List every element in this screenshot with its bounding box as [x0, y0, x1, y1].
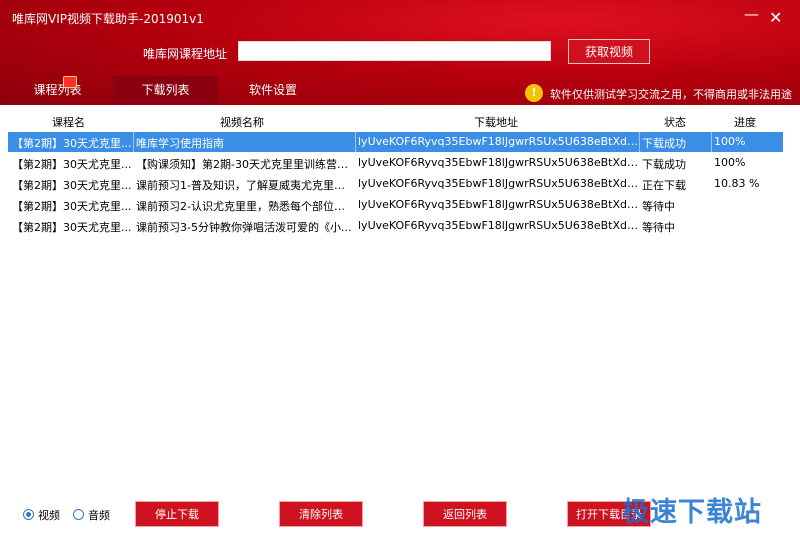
cell-course: 【第2期】30天尤克里... [12, 137, 132, 150]
app-window: 唯库网VIP视频下载助手-201901v1 — ✕ 唯库网课程地址 获取视频 课… [0, 0, 800, 539]
fetch-video-button[interactable]: 获取视频 [568, 39, 650, 64]
cell-course: 【第2期】30天尤克里... [12, 158, 132, 171]
cell-status: 正在下载 [642, 179, 686, 192]
cell-url: lyUveKOF6Ryvq35EbwF18lJgwrRSUx5U638eBtXd… [358, 198, 638, 211]
window-title: 唯库网VIP视频下载助手-201901v1 [12, 12, 204, 26]
column-header-progress[interactable]: 进度 [734, 114, 756, 130]
cell-video: 【购课须知】第2期-30天尤克里里训练营，... [136, 158, 354, 171]
cell-video: 课前预习3-5分钟教你弹唱活泼可爱的《小... [136, 221, 352, 234]
cell-url: lyUveKOF6Ryvq35EbwF18lJgwrRSUx5U638eBtXd… [358, 219, 638, 232]
cell-course: 【第2期】30天尤克里... [12, 221, 132, 234]
cell-progress: 100% [714, 156, 746, 169]
tab-download-list[interactable]: 下载列表 [113, 76, 218, 105]
tab-course-list[interactable]: 课程列表 [0, 76, 115, 105]
table-row[interactable]: 【第2期】30天尤克里... 唯库学习使用指南 lyUveKOF6Ryvq35E… [8, 132, 783, 152]
cell-course: 【第2期】30天尤克里... [12, 200, 132, 213]
cell-status: 等待中 [642, 221, 675, 234]
table-row[interactable]: 【第2期】30天尤克里... 课前预习2-认识尤克里里，熟悉每个部位的... l… [8, 195, 783, 215]
column-header-url[interactable]: 下载地址 [474, 114, 518, 130]
column-header-video[interactable]: 视频名称 [220, 114, 264, 130]
radio-audio-label: 音频 [88, 509, 110, 522]
clear-list-button[interactable]: 清除列表 [279, 501, 363, 527]
cell-video: 唯库学习使用指南 [136, 137, 224, 150]
return-list-button[interactable]: 返回列表 [423, 501, 507, 527]
column-header-status[interactable]: 状态 [664, 114, 686, 130]
table-header: 课程名 视频名称 下载地址 状态 进度 [8, 112, 788, 130]
tab-settings[interactable]: 软件设置 [218, 76, 328, 105]
stop-download-button[interactable]: 停止下载 [135, 501, 219, 527]
download-list[interactable]: 【第2期】30天尤克里... 唯库学习使用指南 lyUveKOF6Ryvq35E… [8, 132, 783, 492]
table-row[interactable]: 【第2期】30天尤克里... 【购课须知】第2期-30天尤克里里训练营，... … [8, 153, 783, 173]
radio-audio[interactable] [73, 509, 84, 520]
radio-video[interactable] [23, 509, 34, 520]
table-row[interactable]: 【第2期】30天尤克里... 课前预习3-5分钟教你弹唱活泼可爱的《小... l… [8, 216, 783, 236]
table-row[interactable]: 【第2期】30天尤克里... 课前预习1-普及知识，了解夏威夷尤克里里... l… [8, 174, 783, 194]
radio-video-label: 视频 [38, 509, 60, 522]
notice-text: 软件仅供测试学习交流之用，不得商用或非法用途 [550, 88, 792, 101]
cell-video: 课前预习2-认识尤克里里，熟悉每个部位的... [136, 200, 354, 213]
minimize-button[interactable]: — [744, 6, 759, 22]
cell-course: 【第2期】30天尤克里... [12, 179, 132, 192]
cell-status: 下载成功 [642, 137, 686, 150]
cell-url: lyUveKOF6Ryvq35EbwF18lJgwrRSUx5U638eBtXd… [358, 156, 638, 169]
course-url-label: 唯库网课程地址 [143, 47, 228, 61]
info-icon: ! [525, 84, 543, 102]
column-header-course[interactable]: 课程名 [52, 114, 85, 130]
cell-status: 下载成功 [642, 158, 686, 171]
cell-progress: 100% [714, 135, 746, 148]
cell-url: lyUveKOF6Ryvq35EbwF18lJgwrRSUx5U638eBtXd… [358, 177, 638, 190]
cell-video: 课前预习1-普及知识，了解夏威夷尤克里里... [136, 179, 354, 192]
cell-status: 等待中 [642, 200, 675, 213]
course-url-input[interactable] [238, 41, 551, 61]
close-button[interactable]: ✕ [769, 10, 782, 26]
cell-url: lyUveKOF6Ryvq35EbwF18lJgwrRSUx5U638eBtXd… [358, 135, 638, 148]
gift-icon [63, 76, 77, 88]
cell-progress: 10.83 % [714, 177, 760, 190]
radio-selected-dot [26, 512, 31, 517]
watermark-logo: 极速下载站 [622, 497, 762, 528]
